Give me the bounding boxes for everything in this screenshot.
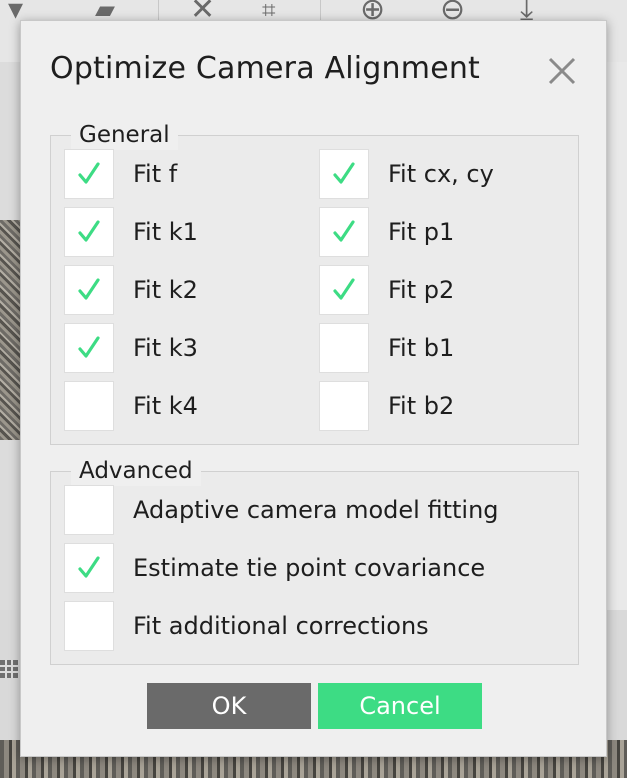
checkbox-box[interactable] <box>64 601 114 651</box>
checkbox-label: Fit cx, cy <box>388 160 494 188</box>
fit-p1-checkbox[interactable]: Fit p1 <box>319 207 454 257</box>
zoom-out-icon[interactable]: ⊖ <box>440 0 465 25</box>
fit-icon[interactable]: ⤓ <box>520 0 533 25</box>
fit-k4-checkbox[interactable]: Fit k4 <box>64 381 198 431</box>
checkmark-icon <box>78 556 100 578</box>
dialog-title: Optimize Camera Alignment <box>50 51 481 86</box>
fit-k3-checkbox[interactable]: Fit k3 <box>64 323 198 373</box>
checkbox-box[interactable] <box>64 485 114 535</box>
adaptive-camera-model-fitting-checkbox[interactable]: Adaptive camera model fitting <box>64 485 499 535</box>
cancel-button[interactable]: Cancel <box>318 683 482 729</box>
general-group: General Fit f Fit k1 Fit k2 Fit k3 Fit k… <box>50 120 579 445</box>
background-photo <box>0 220 20 440</box>
close-icon[interactable]: ✕ <box>190 0 215 25</box>
checkbox-box[interactable] <box>319 381 369 431</box>
checkbox-box[interactable] <box>64 207 114 257</box>
checkbox-label: Fit p1 <box>388 218 455 246</box>
fit-cx-cy-checkbox[interactable]: Fit cx, cy <box>319 149 494 199</box>
checkbox-label: Fit k3 <box>133 334 198 362</box>
ruler-icon[interactable]: ▰ <box>95 0 115 23</box>
checkbox-box[interactable] <box>64 381 114 431</box>
toolbar-separator <box>320 0 321 22</box>
checkmark-icon <box>78 278 100 300</box>
checkbox-box[interactable] <box>319 265 369 315</box>
optimize-camera-alignment-dialog: Optimize Camera Alignment General Fit f … <box>20 20 607 757</box>
crop-icon[interactable]: ⌗ <box>262 0 276 22</box>
checkbox-box[interactable] <box>319 207 369 257</box>
dropdown-arrow-icon[interactable]: ▾ <box>8 0 23 25</box>
checkmark-icon <box>78 220 100 242</box>
checkbox-label: Fit k1 <box>133 218 198 246</box>
checkbox-label: Fit b1 <box>388 334 455 362</box>
checkbox-box[interactable] <box>319 149 369 199</box>
advanced-group: Advanced Adaptive camera model fitting E… <box>50 456 579 665</box>
checkmark-icon <box>333 162 355 184</box>
estimate-tie-point-covariance-checkbox[interactable]: Estimate tie point covariance <box>64 543 485 593</box>
fit-k2-checkbox[interactable]: Fit k2 <box>64 265 198 315</box>
checkbox-label: Fit b2 <box>388 392 455 420</box>
checkbox-box[interactable] <box>64 323 114 373</box>
checkbox-box[interactable] <box>64 543 114 593</box>
fit-f-checkbox[interactable]: Fit f <box>64 149 177 199</box>
checkbox-label: Fit k4 <box>133 392 198 420</box>
fit-p2-checkbox[interactable]: Fit p2 <box>319 265 454 315</box>
close-icon[interactable] <box>546 55 578 87</box>
fit-additional-corrections-checkbox[interactable]: Fit additional corrections <box>64 601 429 651</box>
general-group-label: General <box>71 120 178 150</box>
fit-b2-checkbox[interactable]: Fit b2 <box>319 381 454 431</box>
checkbox-box[interactable] <box>319 323 369 373</box>
checkbox-label: Fit k2 <box>133 276 198 304</box>
checkmark-icon <box>333 220 355 242</box>
checkmark-icon <box>78 336 100 358</box>
checkbox-label: Estimate tie point covariance <box>133 554 486 582</box>
checkbox-label: Fit additional corrections <box>133 612 429 640</box>
checkbox-label: Fit f <box>133 160 178 188</box>
checkmark-icon <box>333 278 355 300</box>
grid-icon[interactable] <box>0 660 18 678</box>
checkbox-label: Adaptive camera model fitting <box>133 496 499 524</box>
checkbox-label: Fit p2 <box>388 276 455 304</box>
checkmark-icon <box>78 162 100 184</box>
checkbox-box[interactable] <box>64 265 114 315</box>
fit-k1-checkbox[interactable]: Fit k1 <box>64 207 198 257</box>
checkbox-box[interactable] <box>64 149 114 199</box>
toolbar-separator <box>158 0 159 22</box>
ok-button[interactable]: OK <box>147 683 311 729</box>
fit-b1-checkbox[interactable]: Fit b1 <box>319 323 454 373</box>
zoom-in-icon[interactable]: ⊕ <box>360 0 385 25</box>
advanced-group-label: Advanced <box>71 456 201 486</box>
